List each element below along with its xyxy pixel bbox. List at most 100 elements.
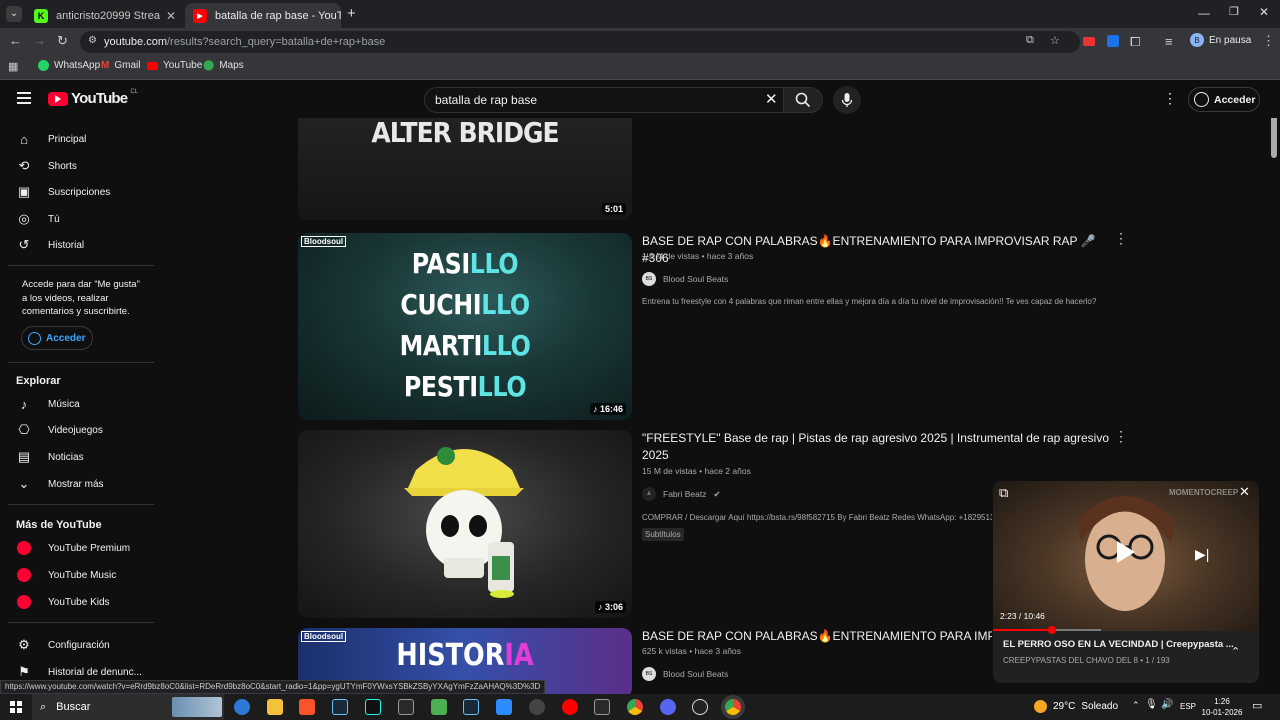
miniplayer[interactable]: MOMENTOCREEP ⧉ ✕ ▶| 2:23 / 10:46 EL PERR…	[993, 481, 1259, 683]
progress-track[interactable]	[993, 626, 1101, 634]
tray-overflow-icon[interactable]: ⌃	[1132, 700, 1140, 711]
sidebar-item-report-history[interactable]: ⚑ Historial de denunc...	[16, 662, 142, 682]
extension-youtube-icon[interactable]	[1083, 37, 1095, 46]
sidebar-item-history[interactable]: ↺ Historial	[16, 235, 85, 255]
progress-scrubber[interactable]	[1047, 626, 1056, 634]
video-title[interactable]: BASE DE RAP CON PALABRAS🔥ENTRENAMIENTO P…	[642, 628, 992, 645]
sign-in-button[interactable]: Acceder	[1188, 87, 1260, 112]
miniplayer-title[interactable]: EL PERRO OSO EN LA VECINDAD | Creepypast…	[1003, 639, 1234, 650]
sidebar-item-kids[interactable]: YouTube Kids	[16, 592, 110, 612]
close-tab-icon[interactable]: ✕	[160, 9, 176, 23]
clock-date: 10-01-2026	[1201, 708, 1243, 717]
clock[interactable]: 1:26 10-01-2026	[1200, 696, 1244, 718]
install-icon[interactable]: ⧉	[1026, 34, 1034, 47]
sidebar-item-you[interactable]: ◎ Tú	[16, 209, 59, 229]
notifications-icon[interactable]: ▭	[1252, 699, 1262, 712]
start-button[interactable]	[10, 701, 22, 713]
tab-search-button[interactable]: ⌄	[6, 6, 22, 22]
scrollbar-thumb[interactable]	[1271, 112, 1277, 158]
voice-search-button[interactable]	[833, 86, 861, 114]
video-thumbnail[interactable]: ♪ 3:06	[298, 430, 632, 618]
new-tab-button[interactable]: +	[347, 5, 356, 22]
sidebar-item-settings[interactable]: ⚙ Configuración	[16, 635, 110, 655]
bookmark-star-icon[interactable]: ☆	[1050, 34, 1060, 47]
window-close-icon[interactable]: ✕	[1259, 5, 1269, 19]
profile-button[interactable]: B En pausa	[1190, 33, 1251, 47]
taskbar-search[interactable]: ⌕ Buscar	[32, 694, 224, 720]
extension-icon[interactable]	[1107, 35, 1119, 47]
obs-icon[interactable]	[692, 699, 708, 715]
youtube-app-icon[interactable]	[562, 699, 578, 715]
video-title[interactable]: BASE DE RAP CON PALABRAS🔥ENTRENAMIENTO P…	[642, 233, 1122, 267]
discord-icon[interactable]	[660, 699, 676, 715]
zoom-icon[interactable]	[496, 699, 512, 715]
sidebar-item-show-more[interactable]: ⌄ Mostrar más	[16, 474, 104, 494]
chrome-icon[interactable]	[627, 699, 643, 715]
video-title[interactable]: "FREESTYLE" Base de rap | Pistas de rap …	[642, 430, 1122, 464]
taskview-icon[interactable]	[234, 699, 250, 715]
media-controls-icon[interactable]: ≡	[1165, 34, 1173, 49]
sidebar-item-gaming[interactable]: ⎔ Videojuegos	[16, 420, 103, 440]
tiktok-icon[interactable]	[365, 699, 381, 715]
sidebar-item-shorts[interactable]: ⟲ Shorts	[16, 156, 77, 176]
youtube-logo[interactable]: YouTube CL	[48, 89, 138, 107]
video-menu-icon[interactable]: ⋮	[1114, 230, 1128, 247]
browser-menu-icon[interactable]: ⋮	[1262, 33, 1275, 49]
minimize-icon[interactable]: —	[1198, 6, 1210, 20]
channel-link[interactable]: BS Blood Soul Beats	[642, 272, 728, 286]
speaker-icon[interactable]: 🔊	[1161, 699, 1173, 710]
video-thumbnail[interactable]: ALTER BRIDGE 5:01	[298, 118, 632, 220]
bookmark-youtube[interactable]: YouTube	[147, 60, 202, 71]
channel-link[interactable]: ♙ Fabri Beatz ✔	[642, 487, 721, 501]
thumbnail-word: PASILLO	[411, 247, 519, 280]
minecraft-icon[interactable]	[431, 699, 447, 715]
guide-menu-icon[interactable]	[17, 92, 31, 104]
back-icon[interactable]: ←	[9, 33, 22, 48]
apps-grid-icon[interactable]: ▦	[8, 60, 18, 73]
reload-icon[interactable]: ↻	[57, 33, 68, 49]
language-indicator[interactable]: ESP	[1180, 702, 1196, 711]
search-button[interactable]	[783, 87, 823, 113]
next-icon[interactable]: ▶|	[1195, 546, 1209, 563]
site-info-icon[interactable]: ⚙	[88, 35, 97, 46]
tab-youtube[interactable]: ▶ batalla de rap base - YouTube ✕	[185, 3, 341, 28]
forward-icon[interactable]: →	[33, 33, 46, 48]
app-icon[interactable]	[529, 699, 545, 715]
tab-kick[interactable]: K anticristo20999 Stream - Kick D ✕	[26, 3, 184, 28]
weather-widget[interactable]: 29°C Soleado	[1034, 700, 1118, 713]
play-icon[interactable]	[1117, 541, 1135, 563]
sidebar-item-music-app[interactable]: YouTube Music	[16, 565, 116, 585]
expand-icon[interactable]: ⧉	[999, 485, 1008, 501]
microphone-icon[interactable]: 🎙	[1145, 699, 1158, 710]
settings-kebab-icon[interactable]: ⋮	[1163, 90, 1177, 107]
address-bar[interactable]: ⚙ youtube.com/results?search_query=batal…	[80, 31, 1080, 53]
steam-icon[interactable]	[463, 699, 479, 715]
extensions-puzzle-icon[interactable]: ⧠	[1130, 34, 1140, 50]
close-miniplayer-icon[interactable]: ✕	[1239, 484, 1250, 500]
epic-games-icon[interactable]	[398, 699, 414, 715]
video-thumbnail[interactable]: Bloodsoul PASILLO CUCHILLO MARTILLO PEST…	[298, 233, 632, 420]
divider	[8, 265, 154, 266]
video-menu-icon[interactable]: ⋮	[1114, 428, 1128, 445]
steam-icon[interactable]	[332, 699, 348, 715]
miniplayer-video[interactable]: MOMENTOCREEP ⧉ ✕ ▶| 2:23 / 10:46	[993, 481, 1259, 634]
file-explorer-icon[interactable]	[267, 699, 283, 715]
channel-link[interactable]: BS Blood Soul Beats	[642, 667, 728, 681]
sidebar-item-music[interactable]: ♪ Música	[16, 394, 80, 414]
page-scrollbar[interactable]: ▲	[1269, 100, 1278, 694]
sidebar-item-subscriptions[interactable]: ▣ Suscripciones	[16, 182, 110, 202]
sidebar-item-premium[interactable]: YouTube Premium	[16, 538, 130, 558]
bookmark-maps[interactable]: ⬤ Maps	[203, 60, 244, 71]
chevron-up-icon[interactable]: ⌃	[1231, 645, 1240, 658]
chrome-active-icon[interactable]	[725, 699, 741, 715]
sidebar-item-principal[interactable]: ⌂ Principal	[16, 129, 86, 149]
restore-icon[interactable]: ❐	[1229, 5, 1239, 18]
epic-games-icon[interactable]	[594, 699, 610, 715]
bookmark-gmail[interactable]: M Gmail	[101, 60, 140, 71]
sidebar-item-news[interactable]: ▤ Noticias	[16, 447, 84, 467]
search-input[interactable]: batalla de rap base ✕	[424, 87, 786, 113]
brave-icon[interactable]	[299, 699, 315, 715]
bookmark-whatsapp[interactable]: WhatsApp	[38, 60, 100, 71]
sidebar-signin-button[interactable]: Acceder	[21, 326, 93, 350]
clear-search-icon[interactable]: ✕	[765, 90, 778, 108]
